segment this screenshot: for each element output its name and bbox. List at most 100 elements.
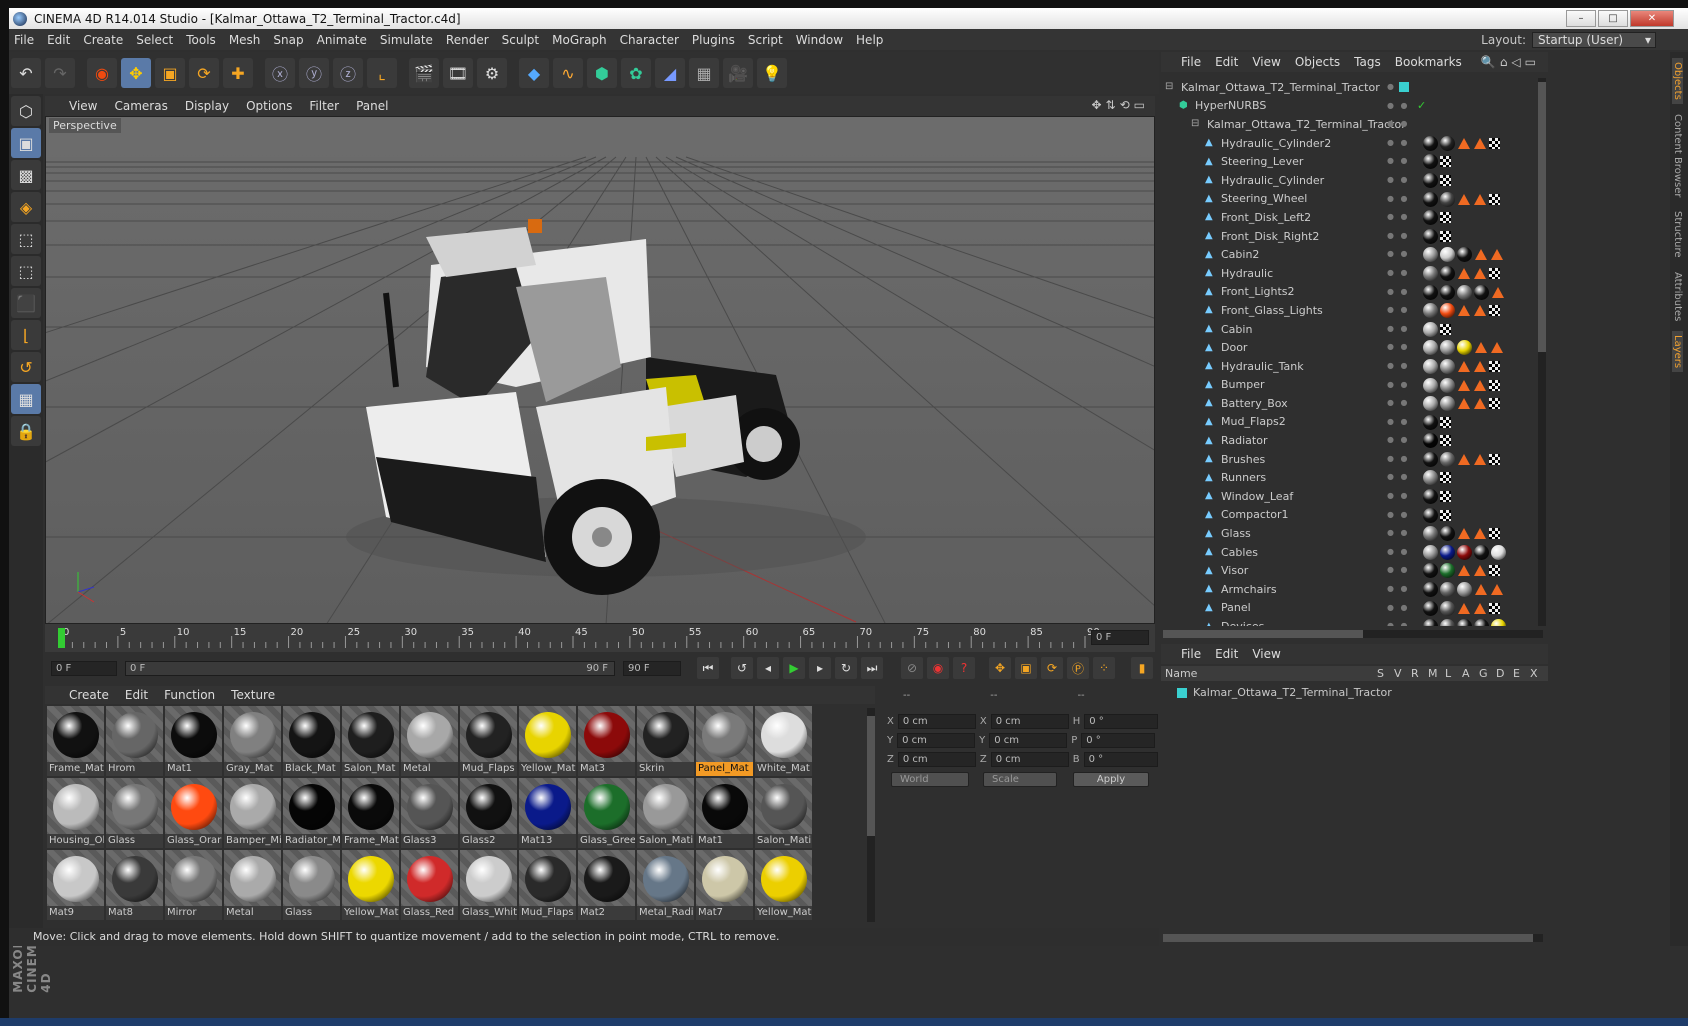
visibility-dots[interactable]: ● ● — [1387, 510, 1410, 519]
material-swatch[interactable]: Skrin — [637, 706, 694, 776]
play-icon[interactable]: ▶ — [783, 657, 805, 679]
material-tag-icon[interactable] — [1423, 284, 1438, 300]
timeline-window-icon[interactable]: ▮ — [1131, 657, 1153, 679]
warning-tag-icon[interactable] — [1474, 305, 1486, 317]
visibility-dots[interactable]: ● ● — [1387, 435, 1410, 444]
viewport-menu-display[interactable]: Display — [185, 99, 229, 113]
warning-tag-icon[interactable] — [1491, 584, 1503, 596]
perspective-viewport[interactable]: Perspective — [45, 116, 1155, 624]
side-tab-content-browser[interactable]: Content Browser — [1672, 110, 1683, 201]
menu-tools[interactable]: Tools — [186, 33, 216, 47]
warning-tag-icon[interactable] — [1458, 360, 1470, 372]
scale-dropdown[interactable]: Scale — [983, 772, 1057, 787]
coord-size-field[interactable]: 0 cm — [990, 714, 1069, 729]
light-icon[interactable]: 💡 — [757, 58, 787, 88]
warning-tag-icon[interactable] — [1458, 137, 1470, 149]
side-tab-structure[interactable]: Structure — [1672, 207, 1683, 262]
object-vscroll[interactable] — [1538, 78, 1546, 626]
coordinate-system-icon[interactable]: ⌞ — [367, 58, 397, 88]
uvw-tag-icon[interactable] — [1489, 565, 1500, 577]
visibility-dots[interactable]: ● ● — [1387, 138, 1410, 147]
warning-tag-icon[interactable] — [1474, 360, 1486, 372]
layer-col-l[interactable]: L — [1445, 666, 1462, 681]
coord-rotation-field[interactable]: 0 ° — [1083, 752, 1158, 767]
visibility-dots[interactable]: ● ● — [1387, 398, 1410, 407]
material-swatch[interactable]: Salon_Mati — [637, 778, 694, 848]
material-tag-icon[interactable] — [1491, 619, 1506, 626]
go-to-start-icon[interactable]: ⏮ — [697, 657, 719, 679]
warning-tag-icon[interactable] — [1458, 602, 1470, 614]
rotate-tool-icon[interactable]: ⟳ — [189, 58, 219, 88]
material-swatch[interactable]: White_Mat — [755, 706, 812, 776]
uvw-tag-icon[interactable] — [1489, 602, 1500, 614]
material-tag-icon[interactable] — [1423, 191, 1438, 207]
material-tag-icon[interactable] — [1474, 544, 1489, 560]
object-search-icons[interactable]: 🔍⌂◁▭ — [1481, 55, 1540, 69]
viewport-menu-cameras[interactable]: Cameras — [114, 99, 167, 113]
viewport-menu-options[interactable]: Options — [246, 99, 292, 113]
next-key-icon[interactable]: ↻ — [835, 657, 857, 679]
material-swatch[interactable]: Frame_Mat — [47, 706, 104, 776]
object-row[interactable]: ▲ Bumper ● ● — [1161, 376, 1536, 395]
viewport-nav-icons[interactable]: ✥⇅⟲▭ — [1091, 98, 1149, 112]
visibility-dots[interactable]: ● ● — [1387, 268, 1410, 277]
visibility-dots[interactable]: ● ● — [1387, 101, 1410, 110]
object-row[interactable]: ▲ Hydraulic_Cylinder ● ● — [1161, 171, 1536, 190]
frame-range-slider[interactable]: 0 F 90 F — [125, 660, 615, 676]
material-tag-icon[interactable] — [1423, 563, 1438, 579]
spline-icon[interactable]: ∿ — [553, 58, 583, 88]
material-swatch[interactable]: Glass_Red — [401, 850, 458, 920]
warning-tag-icon[interactable] — [1474, 398, 1486, 410]
timeline[interactable]: 051015202530354045505560657075808590 0 F — [45, 624, 1155, 652]
layer-col-e[interactable]: E — [1513, 666, 1530, 681]
warning-tag-icon[interactable] — [1458, 453, 1470, 465]
layout-dropdown[interactable]: Startup (User) — [1532, 32, 1656, 48]
close-button[interactable]: ✕ — [1630, 10, 1674, 27]
material-tag-icon[interactable] — [1440, 600, 1455, 616]
material-swatch[interactable]: Mat1 — [696, 778, 753, 848]
texture-mode-icon[interactable]: ▩ — [11, 160, 41, 190]
material-swatch[interactable]: Mud_Flaps — [460, 706, 517, 776]
uvw-tag-icon[interactable] — [1489, 193, 1500, 205]
warning-tag-icon[interactable] — [1474, 137, 1486, 149]
visibility-dots[interactable]: ● ● — [1387, 528, 1410, 537]
warning-tag-icon[interactable] — [1475, 584, 1487, 596]
material-tag-icon[interactable] — [1423, 526, 1438, 542]
object-row[interactable]: ⬢ HyperNURBS ● ● ✓ — [1161, 97, 1536, 116]
material-swatch[interactable]: Glass3 — [401, 778, 458, 848]
cube-primitive-icon[interactable]: ◆ — [519, 58, 549, 88]
warning-tag-icon[interactable] — [1458, 565, 1470, 577]
warning-tag-icon[interactable] — [1474, 602, 1486, 614]
uvw-tag-icon[interactable] — [1440, 416, 1451, 428]
object-menu-edit[interactable]: Edit — [1215, 55, 1238, 69]
key-pla-icon[interactable]: ⁘ — [1093, 657, 1115, 679]
object-row[interactable]: ▲ Front_Glass_Lights ● ● — [1161, 301, 1536, 320]
enabled-check-icon[interactable]: ✓ — [1417, 99, 1426, 112]
axis-mode-icon[interactable]: ⌊ — [11, 320, 41, 350]
side-tab-attributes[interactable]: Attributes — [1672, 268, 1683, 325]
visibility-dots[interactable]: ● ● — [1387, 380, 1410, 389]
warning-tag-icon[interactable] — [1474, 528, 1486, 540]
layer-col-r[interactable]: R — [1411, 666, 1428, 681]
visibility-dots[interactable]: ● ● — [1387, 194, 1410, 203]
visibility-dots[interactable]: ● ● — [1387, 491, 1410, 500]
visibility-dots[interactable]: ● ● — [1387, 621, 1410, 626]
warning-tag-icon[interactable] — [1458, 398, 1470, 410]
polygons-mode-icon[interactable]: ⬛ — [11, 288, 41, 318]
warning-tag-icon[interactable] — [1475, 342, 1487, 354]
material-swatch[interactable]: Black_Mat — [283, 706, 340, 776]
material-tag-icon[interactable] — [1423, 470, 1438, 486]
warning-tag-icon[interactable] — [1491, 342, 1503, 354]
material-swatch[interactable]: Glass_Gree — [578, 778, 635, 848]
coord-size-field[interactable]: 0 cm — [989, 733, 1068, 748]
uvw-tag-icon[interactable] — [1440, 212, 1451, 224]
warning-tag-icon[interactable] — [1458, 528, 1470, 540]
minimize-button[interactable]: – — [1566, 10, 1596, 27]
uvw-tag-icon[interactable] — [1489, 267, 1500, 279]
menu-create[interactable]: Create — [83, 33, 123, 47]
playhead[interactable] — [58, 628, 65, 648]
object-row[interactable]: ▲ Hydraulic_Tank ● ● — [1161, 357, 1536, 376]
material-menu-function[interactable]: Function — [164, 688, 215, 702]
material-tag-icon[interactable] — [1423, 433, 1438, 449]
menu-sculpt[interactable]: Sculpt — [502, 33, 539, 47]
